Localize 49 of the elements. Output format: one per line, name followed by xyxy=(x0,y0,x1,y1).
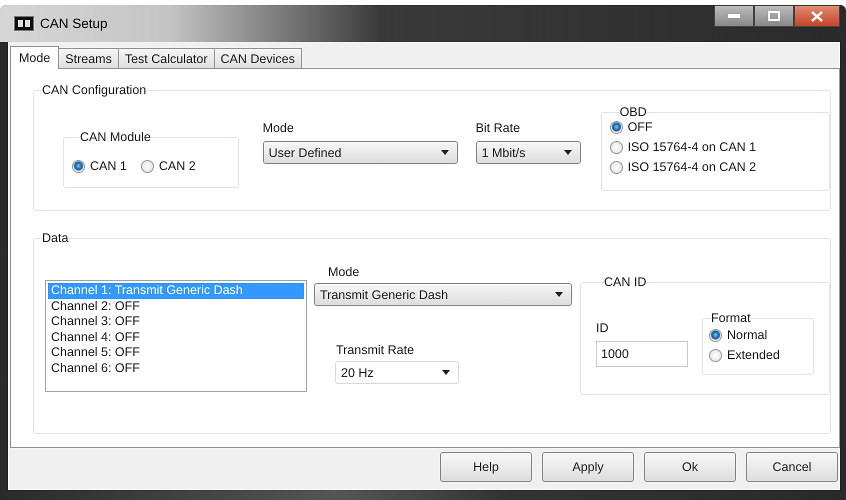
dialog-button[interactable]: Help xyxy=(440,452,532,482)
id-field[interactable]: 1000 xyxy=(596,341,688,367)
list-item[interactable]: Channel 3: OFF xyxy=(48,314,304,330)
group-title: Data xyxy=(42,231,68,245)
app-logo-icon xyxy=(14,16,34,31)
maximize-icon xyxy=(768,11,780,21)
caret-icon xyxy=(564,150,572,155)
dialog-button[interactable]: Cancel xyxy=(746,452,838,482)
radio-button[interactable]: Extended xyxy=(709,345,780,365)
minimize-icon xyxy=(728,14,740,18)
field-label: Bit Rate xyxy=(476,121,522,137)
mode-dropdown[interactable]: User Defined xyxy=(262,141,458,164)
field-label: Transmit Rate xyxy=(336,343,416,359)
list-item[interactable]: Channel 5: OFF xyxy=(48,345,304,360)
radio-button[interactable]: OFF xyxy=(610,117,653,137)
tab[interactable]: Mode xyxy=(10,46,60,69)
tab[interactable]: Test Calculator xyxy=(118,48,215,68)
caret-icon xyxy=(555,292,563,297)
transmit-rate-dropdown[interactable]: 20 Hz xyxy=(335,361,459,384)
close-button[interactable] xyxy=(794,5,840,27)
radio-button[interactable]: CAN 2 xyxy=(140,156,196,176)
list-item[interactable]: Channel 2: OFF xyxy=(48,298,304,314)
radio-button[interactable]: Normal xyxy=(709,325,768,345)
tab[interactable]: Streams xyxy=(58,48,119,68)
close-icon xyxy=(811,10,823,22)
list-item[interactable]: Channel 4: OFF xyxy=(48,330,304,345)
dialog-button[interactable]: Apply xyxy=(542,452,634,482)
field-label: ID xyxy=(596,321,610,337)
caret-icon xyxy=(440,150,449,155)
group-title: Format xyxy=(711,311,751,325)
tab[interactable]: CAN Devices xyxy=(214,48,302,68)
maximize-button[interactable] xyxy=(754,5,794,27)
caret-icon xyxy=(442,370,450,375)
radio-button[interactable]: CAN 1 xyxy=(72,156,127,176)
list-item[interactable]: Channel 6: OFF xyxy=(48,360,304,376)
minimize-button[interactable] xyxy=(714,5,754,27)
bit-rate-dropdown[interactable]: 1 Mbit/s xyxy=(476,141,581,164)
field-label: Mode xyxy=(262,121,295,137)
group-title: CAN Module xyxy=(80,130,151,144)
group-title: CAN Configuration xyxy=(42,83,146,97)
mode-dropdown[interactable]: Transmit Generic Dash xyxy=(314,283,572,306)
window-title: CAN Setup xyxy=(40,16,108,31)
group-title: OBD xyxy=(620,105,647,119)
channel-list[interactable]: Channel 1: Transmit Generic Dash Channel 2: OFF Channel 3: OFF Channel 4: OFF Channel 5: OFF Channel 6: OFF xyxy=(45,280,307,392)
radio-button[interactable]: ISO 15764-4 on CAN 2 xyxy=(610,157,756,177)
field-label: Mode xyxy=(328,265,360,281)
group-title: CAN ID xyxy=(604,275,646,289)
radio-button[interactable]: ISO 15764-4 on CAN 1 xyxy=(610,137,756,157)
dialog-button[interactable]: Ok xyxy=(644,452,736,482)
